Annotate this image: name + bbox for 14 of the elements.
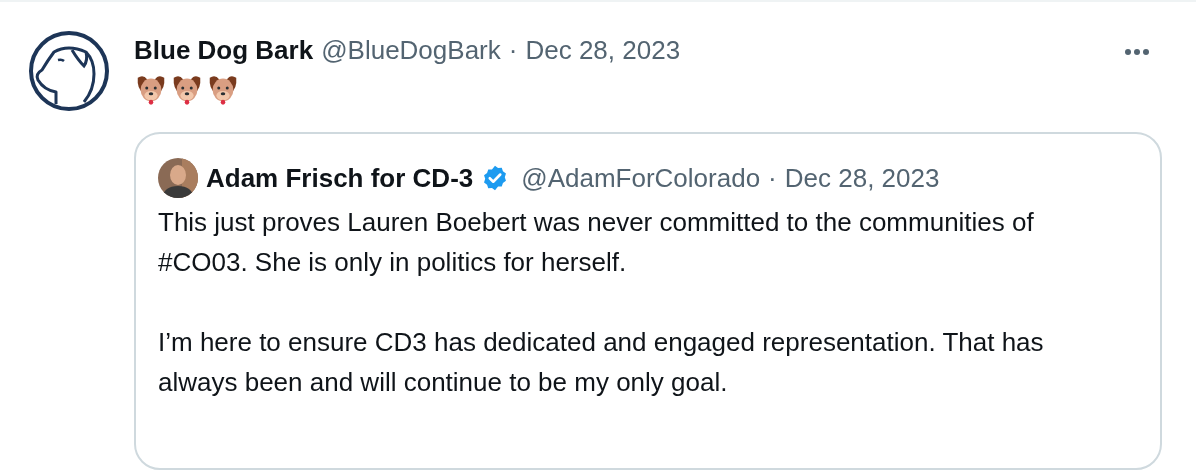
quoted-tweet-date[interactable]: Dec 28, 2023 [784, 160, 940, 196]
quoted-tweet-card[interactable] [134, 132, 1162, 470]
author-handle[interactable]: @BlueDogBark [321, 32, 501, 68]
quoted-author-handle[interactable]: @AdamForColorado [521, 160, 761, 196]
tweet-text: This just proves Lauren Boebert was never committed to the communities of #CO03. She is only in politics for herself. [158, 206, 1035, 279]
author-name[interactable]: Blue Dog Bark [134, 32, 314, 68]
dog-logo-avatar[interactable] [28, 30, 110, 112]
tweet-date[interactable]: Dec 28, 2023 [525, 32, 681, 68]
tweet-text: I’m here to ensure CD3 has dedicated and engaged representation. That has always been and will continue to be my only goal. [158, 326, 1045, 399]
quoted-author-name[interactable]: Adam Frisch for CD-3 [206, 160, 474, 196]
separator-dot: · [508, 34, 518, 67]
separator-dot: · [768, 162, 777, 195]
more-options-icon[interactable] [1124, 48, 1150, 56]
person-avatar[interactable] [158, 158, 198, 198]
